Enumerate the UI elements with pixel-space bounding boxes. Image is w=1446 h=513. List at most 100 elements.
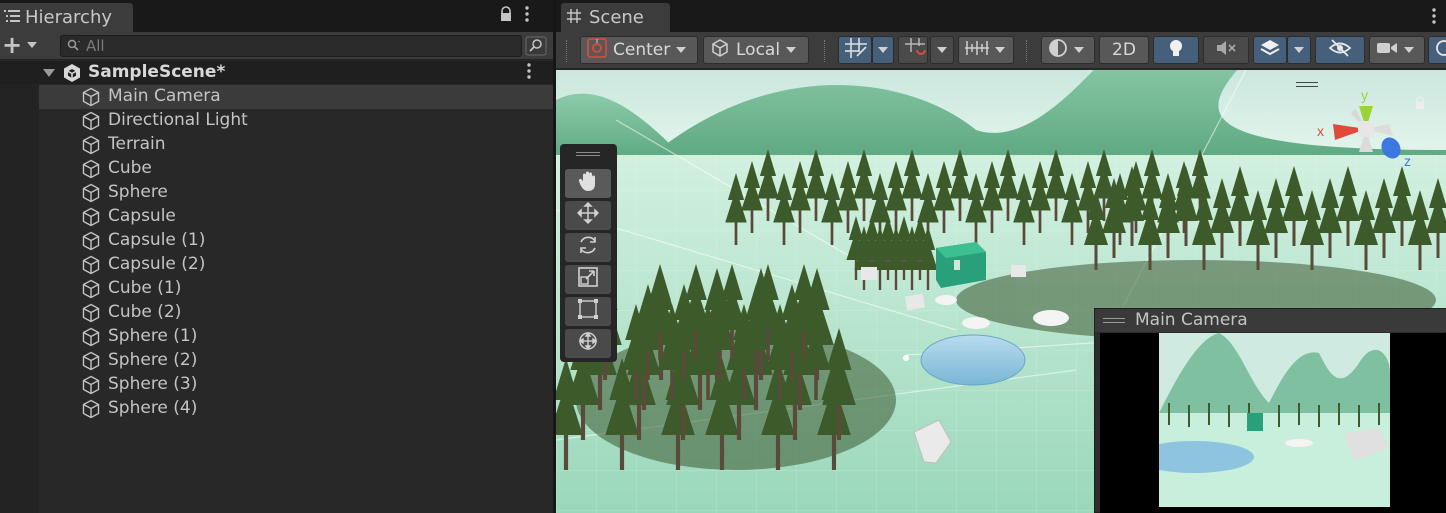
hierarchy-item[interactable]: Sphere (4): [39, 397, 553, 421]
hierarchy-list-icon: [4, 8, 20, 28]
hierarchy-item[interactable]: Capsule: [39, 205, 553, 229]
rect-tool-button[interactable]: [565, 297, 611, 326]
camera-preview-header: Main Camera: [1095, 309, 1446, 332]
ruler-icon: [965, 39, 989, 62]
scale-icon: [577, 266, 599, 293]
scene-panel: Scene Center Local 2D y x z Main Camera: [556, 0, 1446, 513]
tab-scene[interactable]: Scene: [561, 3, 670, 32]
toggle-2d-button[interactable]: 2D: [1099, 36, 1149, 64]
grid-snapping-button[interactable]: [838, 36, 872, 64]
hierarchy-indent-strip: [0, 84, 39, 513]
hierarchy-item[interactable]: Cube (1): [39, 277, 553, 301]
camera-settings-dropdown[interactable]: [1369, 36, 1425, 64]
hierarchy-tab-bar: Hierarchy: [0, 0, 553, 32]
camera-preview-overlay[interactable]: Main Camera: [1094, 308, 1446, 513]
expand-arrow-icon[interactable]: [43, 69, 55, 77]
rotate-tool-button[interactable]: [565, 233, 611, 262]
hierarchy-item-label: Cube (2): [108, 302, 182, 322]
draw-mode-dropdown[interactable]: [1041, 36, 1095, 64]
gizmo-y-label: y: [1361, 87, 1368, 103]
camera-preview-frame: [1100, 333, 1446, 513]
transform-icon: [577, 330, 599, 357]
hierarchy-item[interactable]: Cube (2): [39, 301, 553, 325]
pivot-rotation-label: Local: [736, 40, 781, 60]
gameobject-cube-icon: [81, 399, 101, 424]
chevron-down-icon: [995, 47, 1005, 53]
hierarchy-item[interactable]: Sphere: [39, 181, 553, 205]
hierarchy-item-label: Capsule (1): [108, 230, 206, 250]
scene-visibility-button[interactable]: [1315, 36, 1365, 64]
hierarchy-item-label: Directional Light: [108, 110, 248, 130]
hierarchy-item[interactable]: Capsule (1): [39, 229, 553, 253]
hierarchy-item-label: Sphere (1): [108, 326, 198, 346]
transform-tool-button[interactable]: [565, 329, 611, 358]
scene-audio-button[interactable]: [1203, 36, 1249, 64]
grid-snapping-dropdown[interactable]: [872, 36, 894, 64]
hierarchy-item[interactable]: Sphere (3): [39, 373, 553, 397]
scene-lighting-button[interactable]: [1153, 36, 1199, 64]
overlay-grip[interactable]: [576, 152, 600, 156]
search-icon: [67, 36, 81, 56]
chevron-down-icon: [878, 47, 888, 53]
hierarchy-item-label: Cube: [108, 158, 152, 178]
create-dropdown-icon[interactable]: [27, 42, 37, 48]
chevron-down-icon: [1404, 47, 1414, 53]
scale-tool-button[interactable]: [565, 265, 611, 294]
scene-root-row[interactable]: SampleScene*: [0, 61, 553, 84]
shaded-sphere-icon: [1048, 38, 1068, 63]
gizmo-lock-icon[interactable]: [1415, 94, 1425, 114]
hand-tool-button[interactable]: [565, 169, 611, 198]
tab-hierarchy[interactable]: Hierarchy: [0, 3, 133, 32]
move-tool-button[interactable]: [565, 201, 611, 230]
camera-preview-title: Main Camera: [1135, 310, 1248, 330]
eye-hidden-icon: [1328, 38, 1352, 62]
scene-tab-bar: Scene: [556, 0, 1446, 32]
hierarchy-item[interactable]: Capsule (2): [39, 253, 553, 277]
pivot-center-icon: [587, 37, 607, 63]
hierarchy-item[interactable]: Main Camera: [39, 85, 553, 109]
mute-speaker-icon: [1216, 39, 1236, 62]
hierarchy-item[interactable]: Directional Light: [39, 109, 553, 133]
ruler-snap-dropdown[interactable]: [958, 36, 1014, 64]
pivot-center-dropdown[interactable]: Center: [580, 36, 698, 64]
scene-tools-overlay: [560, 144, 617, 362]
hierarchy-item-label: Sphere: [108, 182, 168, 202]
hierarchy-item[interactable]: Cube: [39, 157, 553, 181]
search-by-type-icon[interactable]: [525, 36, 547, 56]
hierarchy-item-label: Capsule: [108, 206, 176, 226]
rect-transform-icon: [577, 298, 599, 325]
increment-snap-button[interactable]: [898, 36, 928, 64]
video-camera-icon: [1376, 40, 1398, 61]
hierarchy-item-label: Sphere (4): [108, 398, 198, 418]
scene-more-options-icon[interactable]: [527, 63, 531, 84]
increment-snap-icon: [905, 37, 927, 63]
tab-hierarchy-label: Hierarchy: [25, 7, 113, 28]
chevron-down-icon: [937, 47, 947, 53]
lock-icon[interactable]: [499, 6, 513, 27]
rotate-icon: [577, 234, 599, 261]
hierarchy-item[interactable]: Sphere (1): [39, 325, 553, 349]
chevron-down-icon: [1074, 47, 1084, 53]
camera-preview-grip[interactable]: [1103, 318, 1125, 323]
hierarchy-search-field[interactable]: All: [60, 35, 522, 57]
create-plus-button[interactable]: +: [2, 33, 22, 57]
pivot-rotation-dropdown[interactable]: Local: [703, 36, 809, 64]
hierarchy-item[interactable]: Sphere (2): [39, 349, 553, 373]
layers-effects-icon: [1259, 38, 1281, 63]
hierarchy-item-label: Main Camera: [108, 86, 221, 106]
hierarchy-item[interactable]: Terrain: [39, 133, 553, 157]
chevron-down-icon: [676, 47, 687, 53]
scene-more-options-icon[interactable]: [1432, 8, 1436, 29]
increment-snap-dropdown[interactable]: [930, 36, 954, 64]
orientation-gizmo[interactable]: y x z: [1311, 84, 1424, 194]
toolbar-separator: [1026, 40, 1028, 62]
grid-snap-icon: [845, 37, 867, 63]
chevron-down-icon: [1294, 47, 1304, 53]
grid-hash-icon: [567, 8, 581, 28]
more-options-icon[interactable]: [525, 6, 529, 27]
gizmos-button[interactable]: [1428, 36, 1446, 64]
scene-effects-button[interactable]: [1253, 36, 1287, 64]
scene-viewport[interactable]: y x z Main Camera: [556, 70, 1446, 513]
chevron-down-icon: [786, 47, 797, 53]
scene-effects-dropdown[interactable]: [1287, 36, 1311, 64]
